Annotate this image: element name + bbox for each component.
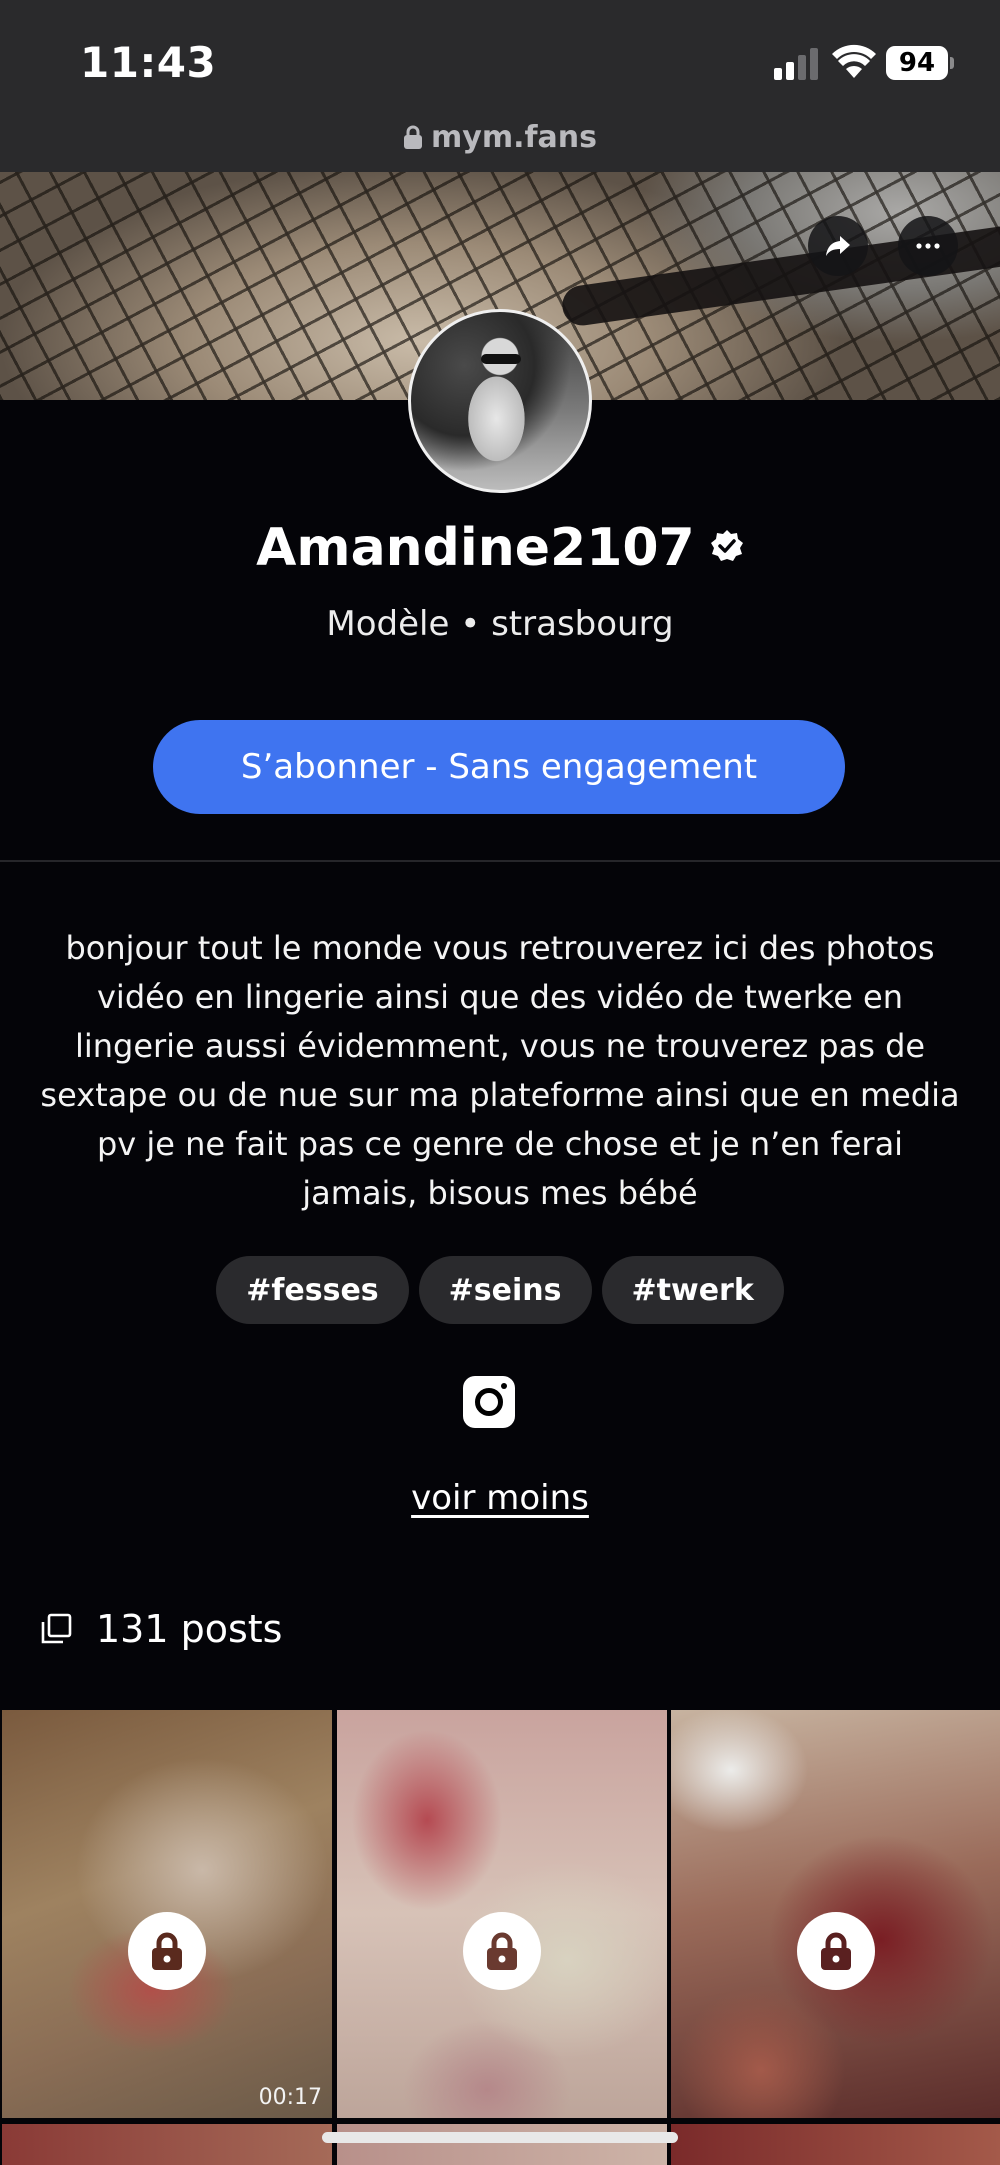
lock-icon — [404, 125, 422, 149]
lock-icon — [821, 1932, 851, 1970]
tag-fesses[interactable]: #fesses — [216, 1256, 409, 1324]
top-bar: 11:43 94 mym.fans — [0, 0, 1000, 172]
battery-indicator: 94 — [886, 46, 948, 80]
video-duration: 00:17 — [258, 2085, 322, 2110]
profile-name: Amandine2107 — [256, 518, 695, 578]
post-tile[interactable] — [2, 2124, 332, 2165]
share-button[interactable] — [808, 216, 868, 276]
post-tile[interactable] — [671, 1710, 1000, 2118]
more-options-button[interactable] — [898, 216, 958, 276]
verified-icon — [710, 530, 743, 561]
battery-cap — [950, 57, 954, 69]
posts-count: 131 posts — [40, 1604, 282, 1654]
divider — [0, 860, 1000, 862]
tag-seins[interactable]: #seins — [418, 1256, 592, 1324]
status-time: 11:43 — [80, 38, 217, 87]
see-less-link[interactable]: voir moins — [0, 1478, 1000, 1518]
share-icon — [826, 236, 850, 256]
profile-subtitle: Modèle • strasbourg — [326, 604, 674, 644]
url-bar[interactable]: mym.fans — [0, 120, 1000, 155]
lock-badge — [128, 1912, 206, 1990]
post-tile[interactable] — [671, 2124, 1000, 2165]
post-tile[interactable] — [337, 2124, 667, 2165]
more-icon — [916, 243, 940, 249]
instagram-icon[interactable] — [463, 1376, 515, 1428]
posts-icon — [41, 1613, 72, 1644]
url-text: mym.fans — [431, 120, 597, 155]
profile-bio: bonjour tout le monde vous retrouverez i… — [40, 929, 960, 1212]
tag-twerk[interactable]: #twerk — [601, 1256, 784, 1324]
post-tile[interactable]: 00:17 — [2, 1710, 332, 2118]
profile-name-row: Amandine2107 — [0, 518, 1000, 578]
lock-icon — [487, 1932, 517, 1970]
signal-icon — [774, 46, 820, 80]
post-tile[interactable] — [337, 1710, 667, 2118]
lock-icon — [152, 1932, 182, 1970]
lock-badge — [797, 1912, 875, 1990]
wifi-icon — [832, 44, 876, 78]
tag-list: #fesses #seins #twerk — [0, 1256, 1000, 1324]
lock-badge — [463, 1912, 541, 1990]
posts-label: 131 posts — [96, 1607, 283, 1651]
avatar[interactable] — [408, 309, 592, 493]
home-indicator[interactable] — [322, 2132, 678, 2143]
post-grid: 00:17 — [0, 1708, 1000, 2165]
subscribe-button[interactable]: S’abonner - Sans engagement — [153, 720, 845, 814]
